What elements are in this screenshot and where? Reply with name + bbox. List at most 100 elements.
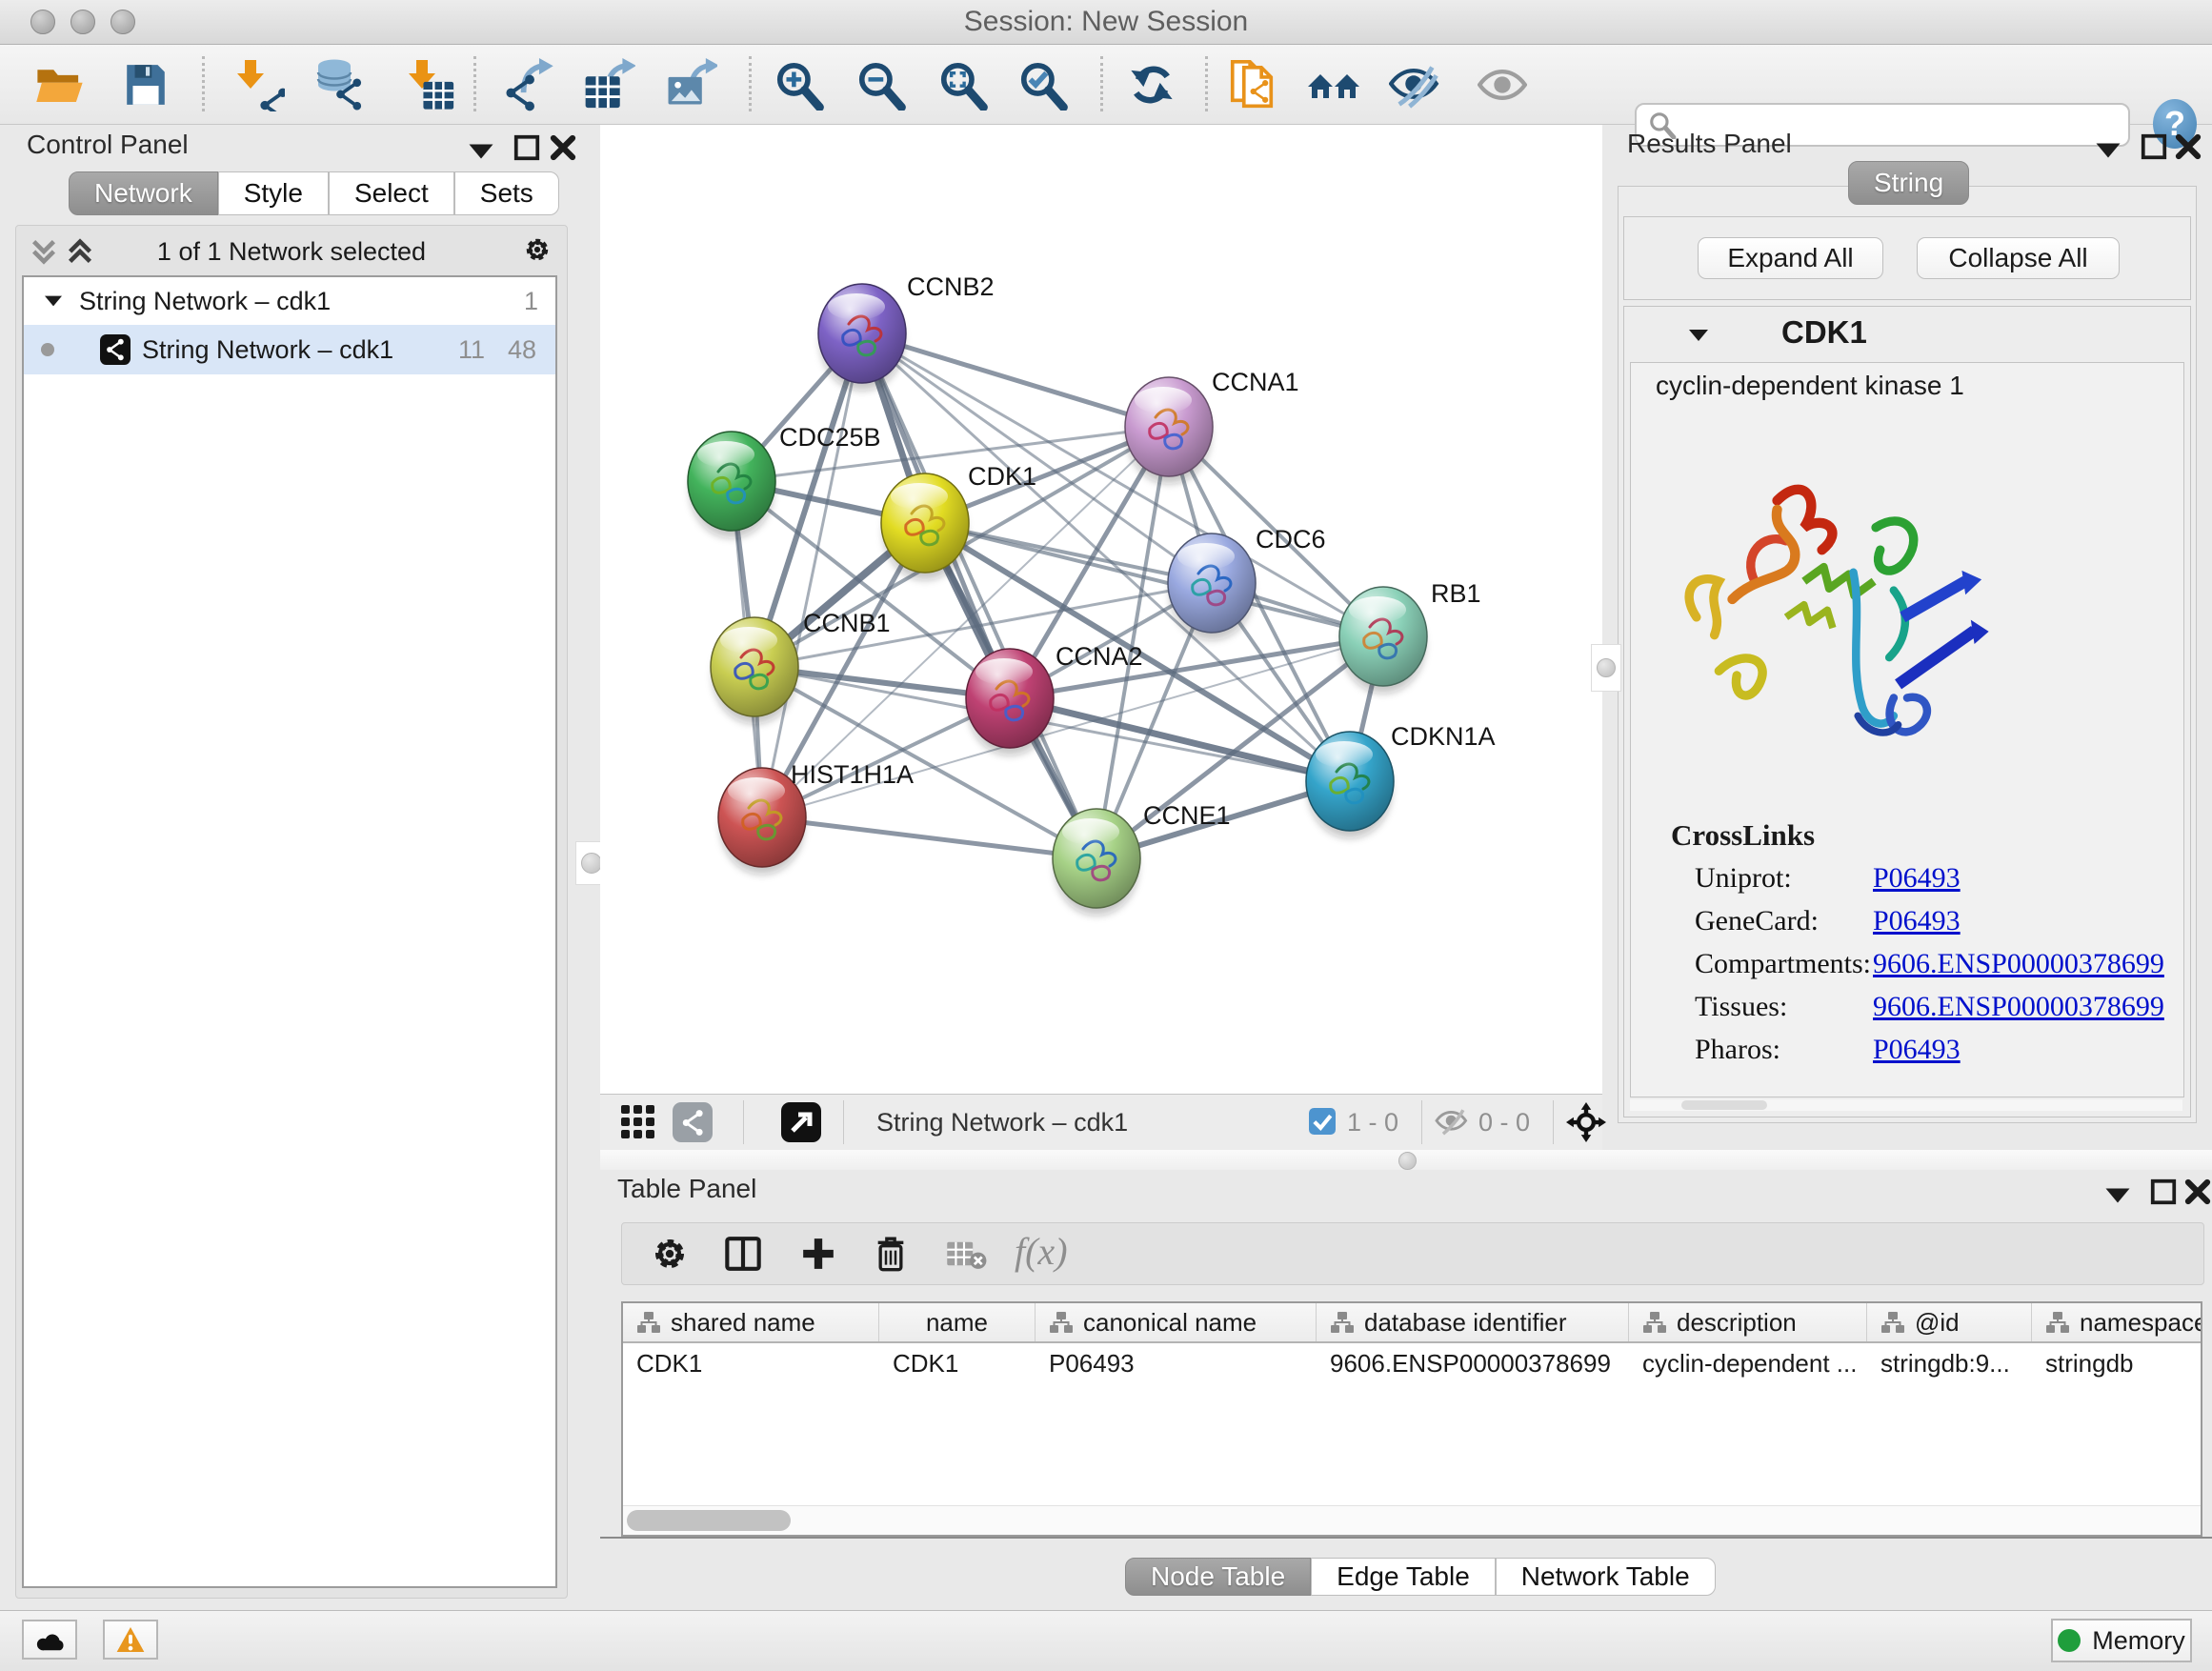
tab-edge-table[interactable]: Edge Table [1311, 1558, 1496, 1596]
table-row[interactable]: CDK1CDK1P064939606.ENSP00000378699cyclin… [623, 1343, 2202, 1383]
tab-node-table[interactable]: Node Table [1125, 1558, 1311, 1596]
table-cell[interactable]: CDK1 [879, 1343, 1036, 1383]
crosslink-row: Compartments:9606.ENSP00000378699 [1695, 948, 2171, 991]
create-column-button[interactable] [799, 1235, 837, 1273]
export-image-button[interactable] [659, 56, 722, 113]
crosslink-link[interactable]: P06493 [1873, 862, 1961, 895]
graph-edge-CCNB2-HIST1H1A[interactable] [762, 333, 862, 817]
entry-expander-icon[interactable] [1687, 326, 1710, 345]
zoom-fit-button[interactable] [932, 56, 995, 113]
network-overview-button[interactable] [673, 1102, 713, 1142]
entry-horizontal-scrollbar[interactable] [1630, 1099, 2182, 1111]
home-button[interactable] [1303, 56, 1366, 113]
crosslink-row: Tissues:9606.ENSP00000378699 [1695, 991, 2171, 1034]
table-cell[interactable]: CDK1 [623, 1343, 879, 1383]
clone-network-button[interactable] [1223, 56, 1286, 113]
toolbar-separator [473, 56, 476, 111]
network-collection-row[interactable]: String Network – cdk1 1 [24, 277, 555, 325]
graph-node-RB1[interactable]: RB1 [1339, 579, 1481, 694]
panel-collapse-icon[interactable] [2103, 1181, 2132, 1210]
show-all-button[interactable] [1471, 56, 1534, 113]
zoom-in-button[interactable] [768, 56, 831, 113]
tab-network-table[interactable]: Network Table [1496, 1558, 1716, 1596]
network-manager-panel: 1 of 1 Network selected String Network –… [15, 225, 568, 1599]
table-type-tabs: Node Table Edge Table Network Table [1125, 1558, 1716, 1596]
graph-node-HIST1H1A[interactable]: HIST1H1A [718, 760, 914, 875]
warnings-button[interactable] [103, 1620, 158, 1660]
scrollbar-thumb[interactable] [1681, 1100, 1767, 1110]
export-network-button[interactable] [497, 56, 560, 113]
hide-selection-button[interactable] [1383, 56, 1446, 113]
graph-edge-CCNB2-CCNA1[interactable] [862, 333, 1169, 427]
crosslink-link[interactable]: 9606.ENSP00000378699 [1873, 991, 2164, 1023]
network-row-selected[interactable]: String Network – cdk1 11 48 [24, 325, 555, 374]
panel-float-icon[interactable] [2149, 1178, 2178, 1206]
tree-expander-icon[interactable] [43, 292, 64, 310]
graph-node-label: HIST1H1A [791, 760, 914, 789]
crosslink-link[interactable]: P06493 [1873, 1034, 1961, 1066]
save-session-button[interactable] [114, 56, 177, 113]
graph-node-CCNE1[interactable]: CCNE1 [1053, 801, 1231, 916]
cloud-button[interactable] [22, 1620, 77, 1660]
graph-node-CDC6[interactable]: CDC6 [1168, 525, 1326, 640]
column-header-canonical-name[interactable]: canonical name [1036, 1303, 1317, 1341]
column-header-label: @id [1915, 1308, 1960, 1338]
network-options-gear-icon[interactable] [523, 235, 552, 264]
table-cell[interactable]: 9606.ENSP00000378699 [1317, 1343, 1629, 1383]
table-mode-gear-button[interactable] [651, 1235, 689, 1273]
panel-close-icon[interactable] [2183, 1178, 2212, 1206]
table-cell[interactable]: stringdb:9... [1867, 1343, 2032, 1383]
show-columns-button[interactable] [723, 1235, 763, 1273]
graph-node-CDK1[interactable]: CDK1 [881, 462, 1036, 580]
network-graph[interactable]: CCNB2CCNA1CDC25BCDK1CDC6RB1CCNB1CCNA2CDK… [600, 125, 1602, 1094]
table-horizontal-scrollbar[interactable] [623, 1505, 2201, 1535]
right-splitter-handle[interactable] [1591, 644, 1621, 692]
import-network-database-button[interactable] [309, 56, 372, 113]
crosslink-link[interactable]: P06493 [1873, 905, 1961, 937]
scrollbar-thumb[interactable] [627, 1510, 791, 1531]
column-header-shared-name[interactable]: shared name [623, 1303, 879, 1341]
column-header-label: database identifier [1364, 1308, 1566, 1338]
column-header-name[interactable]: name [879, 1303, 1036, 1341]
tab-string[interactable]: String [1848, 161, 1969, 205]
graph-node-CDKN1A[interactable]: CDKN1A [1306, 722, 1496, 838]
panel-float-icon[interactable] [513, 133, 541, 162]
table-bottom-divider [600, 1537, 2212, 1539]
export-table-button[interactable] [577, 56, 640, 113]
tab-sets[interactable]: Sets [454, 171, 559, 215]
selected-checkbox-icon[interactable] [1309, 1108, 1336, 1135]
graph-edge-HIST1H1A-CCNE1[interactable] [762, 817, 1096, 858]
column-header-database-identifier[interactable]: database identifier [1317, 1303, 1629, 1341]
panel-close-icon[interactable] [549, 133, 577, 162]
tab-network[interactable]: Network [69, 171, 218, 215]
import-network-file-button[interactable] [227, 56, 290, 113]
network-view[interactable]: CCNB2CCNA1CDC25BCDK1CDC6RB1CCNB1CCNA2CDK… [600, 125, 1602, 1094]
grid-view-icon[interactable] [621, 1105, 655, 1139]
refresh-layout-button[interactable] [1120, 56, 1183, 113]
function-builder-button[interactable]: f(x) [1015, 1229, 1068, 1274]
zoom-selected-button[interactable] [1012, 56, 1075, 113]
fit-content-crosshair-button[interactable] [1566, 1102, 1606, 1142]
delete-columns-button[interactable] [872, 1235, 910, 1273]
expand-all-button[interactable]: Expand All [1698, 237, 1883, 279]
panel-close-icon[interactable] [2174, 132, 2202, 161]
zoom-out-button[interactable] [850, 56, 913, 113]
column-header-namespace[interactable]: namespace [2032, 1303, 2202, 1341]
table-cell[interactable]: stringdb [2032, 1343, 2202, 1383]
column-header--id[interactable]: @id [1867, 1303, 2032, 1341]
crosslink-link[interactable]: 9606.ENSP00000378699 [1873, 948, 2164, 980]
import-table-button[interactable] [398, 56, 461, 113]
open-session-button[interactable] [29, 56, 91, 113]
delete-table-button[interactable] [946, 1238, 988, 1271]
tab-style[interactable]: Style [218, 171, 329, 215]
panel-collapse-icon[interactable] [467, 137, 495, 166]
detach-view-button[interactable] [781, 1102, 821, 1142]
panel-float-icon[interactable] [2140, 132, 2168, 161]
panel-collapse-icon[interactable] [2094, 136, 2122, 165]
column-header-description[interactable]: description [1629, 1303, 1867, 1341]
collapse-all-button[interactable]: Collapse All [1917, 237, 2120, 279]
table-cell[interactable]: P06493 [1036, 1343, 1317, 1383]
tab-select[interactable]: Select [329, 171, 454, 215]
memory-button[interactable]: Memory [2051, 1619, 2192, 1662]
table-cell[interactable]: cyclin-dependent ... [1629, 1343, 1867, 1383]
